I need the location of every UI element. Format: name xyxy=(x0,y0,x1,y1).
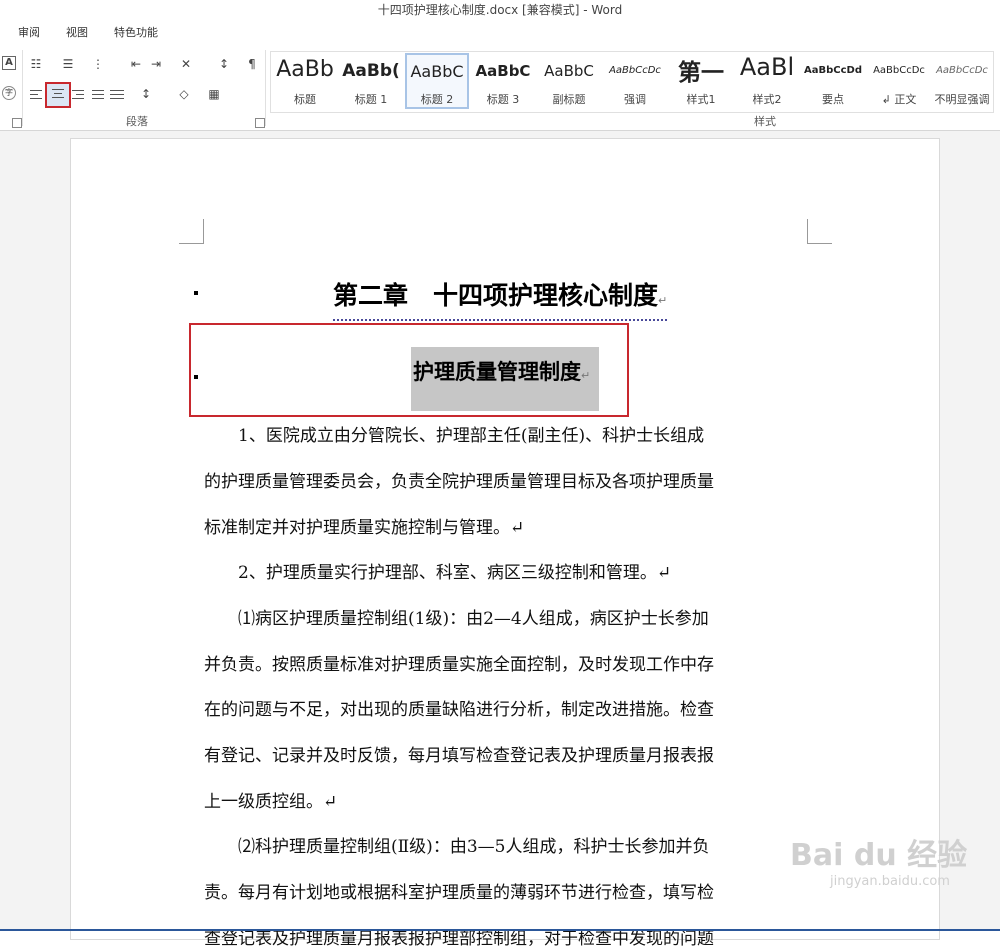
menu-bar: 审阅 视图 特色功能 xyxy=(0,20,1000,44)
body-line[interactable]: 上一级质控组。↵ xyxy=(204,790,814,814)
multilevel-list-icon[interactable]: ⋮ xyxy=(90,56,106,72)
paragraph-format-mark xyxy=(194,291,198,295)
section-heading[interactable]: 护理质量管理制度↵ xyxy=(413,355,590,393)
phonetic-guide-icon[interactable]: 字 xyxy=(2,86,16,100)
body-line[interactable]: ⑴病区护理质量控制组(1级)：由2—4人组成，病区护士长参加 xyxy=(204,607,814,631)
paragraph-format-mark xyxy=(194,375,198,379)
document-workspace: 第二章 十四项护理核心制度↵ 护理质量管理制度↵ 1、医院成立由分管院长、护理部… xyxy=(0,131,1000,949)
group-divider xyxy=(22,50,23,126)
body-line[interactable]: 1、医院成立由分管院长、护理部主任(副主任)、科护士长组成 xyxy=(204,424,814,448)
line-spacing-icon[interactable]: ↕ xyxy=(138,86,154,102)
style-tile-style2[interactable]: AaBl 样式2 xyxy=(735,53,799,109)
body-line[interactable]: 标准制定并对护理质量实施控制与管理。↵ xyxy=(204,516,814,540)
align-center-button[interactable] xyxy=(45,82,71,108)
crop-mark-top-left xyxy=(179,219,204,244)
menu-review[interactable]: 审阅 xyxy=(18,24,40,40)
style-tile-key-point[interactable]: AaBbCcDd 要点 xyxy=(801,53,865,109)
body-line[interactable]: 并负责。按照质量标准对护理质量实施全面控制，及时发现工作中存 xyxy=(204,653,814,677)
body-line[interactable]: ⑵科护理质量控制组(Ⅱ级)：由3—5人组成，科护士长参加并负 xyxy=(204,835,814,859)
body-line[interactable]: 在的问题与不足，对出现的质量缺陷进行分析，制定改进措施。检查 xyxy=(204,698,814,722)
window-title: 十四项护理核心制度.docx [兼容模式] - Word xyxy=(377,3,623,17)
style-tile-heading-2[interactable]: AaBbC 标题 2 xyxy=(405,53,469,109)
paragraph-group-label: 段落 xyxy=(126,115,148,128)
paragraph-dialog-launcher-icon[interactable] xyxy=(255,118,265,128)
style-tile-heading-1[interactable]: AaBb(标题 1 xyxy=(339,53,403,109)
crop-mark-top-right xyxy=(807,219,832,244)
align-center-icon xyxy=(51,89,65,101)
justify-icon[interactable] xyxy=(92,90,106,102)
group-divider xyxy=(265,50,266,126)
shading-icon[interactable]: ◇ xyxy=(176,86,192,102)
numbering-icon[interactable]: ☰ xyxy=(60,56,76,72)
styles-gallery: AaBb 标题 AaBb(标题 1 AaBbC 标题 2 AaBbC 标题 3 AaB… xyxy=(270,51,994,113)
body-line[interactable]: 的护理质量管理委员会，负责全院护理质量管理目标及各项护理质量 xyxy=(204,470,814,494)
increase-indent-icon[interactable]: ⇥ xyxy=(148,56,164,72)
paragraph-mark: ↵ xyxy=(658,294,668,307)
style-tile-normal[interactable]: AaBbCcDc ↲ 正文 xyxy=(867,53,931,109)
menu-special-features[interactable]: 特色功能 xyxy=(114,24,158,40)
body-line[interactable]: 2、护理质量实行护理部、科室、病区三级控制和管理。↵ xyxy=(204,561,814,585)
body-line[interactable]: 有登记、记录并及时反馈，每月填写检查登记表及护理质量月报表报 xyxy=(204,744,814,768)
style-tile-style1[interactable]: 第一 样式1 xyxy=(669,53,733,109)
style-tile-title[interactable]: AaBb 标题 xyxy=(273,53,337,109)
sort-icon[interactable]: ↕ xyxy=(216,56,232,72)
chinese-layout-icon[interactable]: ✕ xyxy=(178,56,194,72)
align-right-icon[interactable] xyxy=(72,90,86,102)
ribbon: A ☷ ☰ ⋮ ⇤ ⇥ ✕ ↕ ¶ 字 ↕ ◇ ▦ 段落 AaBb 标题 AaBb… xyxy=(0,44,1000,131)
styles-group-label: 样式 xyxy=(754,115,776,128)
text-box-icon[interactable]: A xyxy=(2,56,16,70)
chapter-heading[interactable]: 第二章 十四项护理核心制度↵ xyxy=(333,279,668,321)
show-marks-icon[interactable]: ¶ xyxy=(244,56,260,72)
borders-icon[interactable]: ▦ xyxy=(206,86,222,102)
font-dialog-launcher-icon[interactable] xyxy=(12,118,22,128)
style-tile-heading-3[interactable]: AaBbC 标题 3 xyxy=(471,53,535,109)
distributed-icon[interactable] xyxy=(110,90,124,102)
body-line[interactable]: 责。每月有计划地或根据科室护理质量的薄弱环节进行检查，填写检 xyxy=(204,881,814,905)
style-tile-subtitle[interactable]: AaBbC 副标题 xyxy=(537,53,601,109)
menu-view[interactable]: 视图 xyxy=(66,24,88,40)
paragraph-mark: ↵ xyxy=(581,369,591,382)
style-tile-emphasis[interactable]: AaBbCcDc 强调 xyxy=(603,53,667,109)
document-page[interactable]: 第二章 十四项护理核心制度↵ 护理质量管理制度↵ 1、医院成立由分管院长、护理部… xyxy=(70,138,940,949)
bullets-icon[interactable]: ☷ xyxy=(28,56,44,72)
align-left-icon[interactable] xyxy=(30,90,44,102)
decrease-indent-icon[interactable]: ⇤ xyxy=(128,56,144,72)
style-tile-subtle-emphasis[interactable]: AaBbCcDc 不明显强调 xyxy=(933,53,991,109)
